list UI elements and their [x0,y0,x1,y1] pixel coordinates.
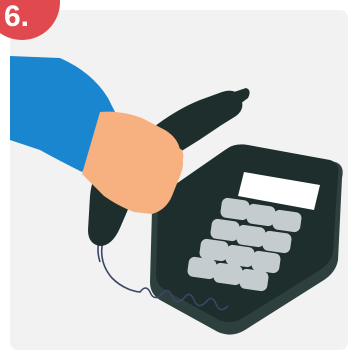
step-badge: 6. [0,0,60,40]
telephone-illustration: 6. [0,0,343,335]
illustration-frame: 6. [0,0,356,358]
step-badge-label: 6. [4,0,29,33]
